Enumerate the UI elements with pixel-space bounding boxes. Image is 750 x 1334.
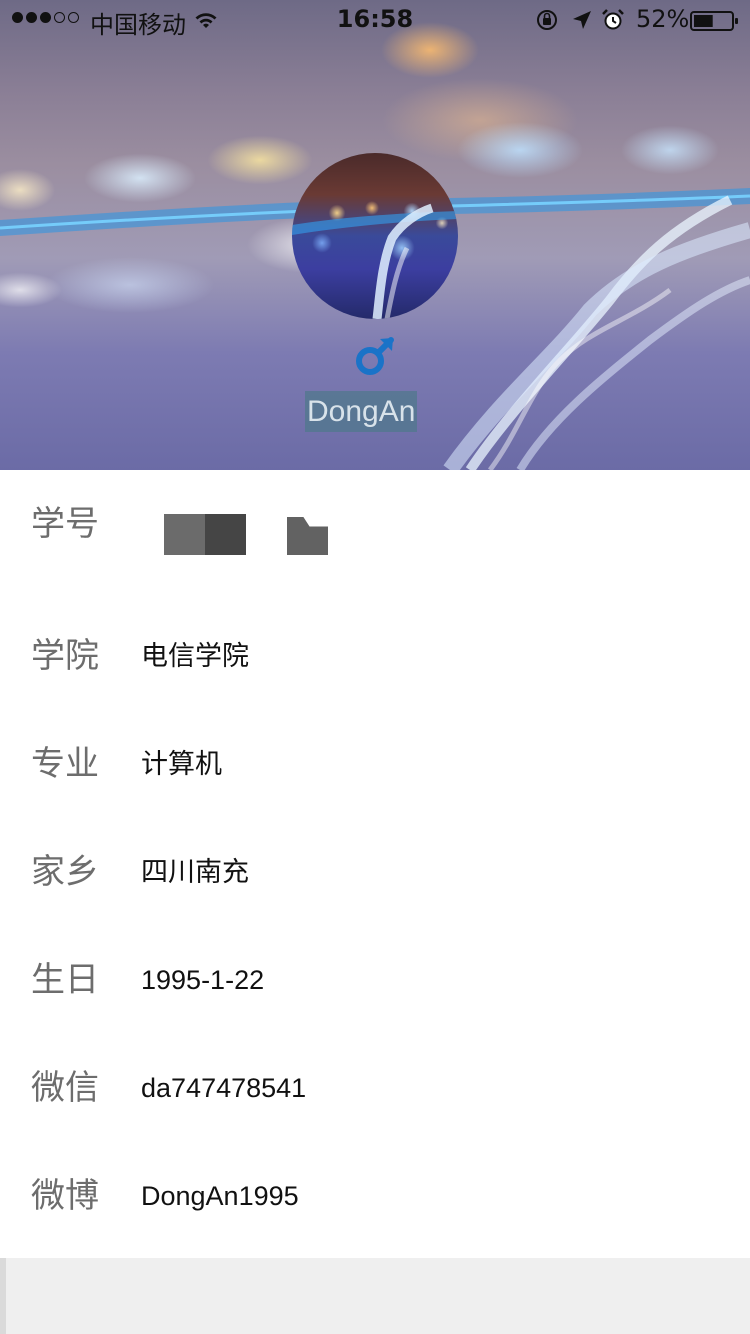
info-value: DongAn1995 [141,1181,299,1211]
info-value: da747478541 [141,1073,307,1103]
info-value: 计算机 [141,749,222,779]
info-label: 专业 [31,744,99,784]
info-value: 1995-1-22 [141,965,265,995]
info-row-weibo: 微博 DongAn1995 [0,1142,750,1250]
profile-info-list: 学号 学院 电信学院 专业 计算机 家乡 四川南充 生日 1995-1-22 微… [0,470,750,1258]
footer-edge [0,1258,6,1334]
info-row-wechat: 微信 da747478541 [0,1034,750,1142]
info-label: 家乡 [31,852,99,892]
info-label: 微博 [31,1176,99,1216]
alarm-icon [602,9,624,30]
battery-percentage: 52% [636,5,690,33]
header-silk-decoration [443,195,750,470]
status-bar: 中国移动 16:58 52% [0,0,750,40]
male-symbol-icon [356,337,394,375]
info-row-student-id: 学号 [0,470,750,578]
info-value: 电信学院 [141,641,249,671]
avatar-image [292,203,458,319]
info-value: 四川南充 [141,857,249,887]
rotation-lock-icon [537,10,557,30]
user-avatar[interactable] [292,153,458,319]
footer-blank-area [0,1258,750,1334]
info-row-birthday: 生日 1995-1-22 [0,926,750,1034]
user-name: DongAn [305,391,418,432]
info-label: 微信 [31,1068,99,1108]
info-row-hometown: 家乡 四川南充 [0,818,750,926]
info-label: 生日 [31,960,99,1000]
info-label: 学院 [31,636,99,676]
info-row-college: 学院 电信学院 [0,602,750,710]
info-row-major: 专业 计算机 [0,710,750,818]
location-icon [573,11,591,29]
profile-screen: 中国移动 16:58 52% DongAn 学号 学院 电信学院 专业 计算机 … [0,0,750,1334]
info-label: 学号 [31,504,99,544]
battery-icon [690,11,738,31]
